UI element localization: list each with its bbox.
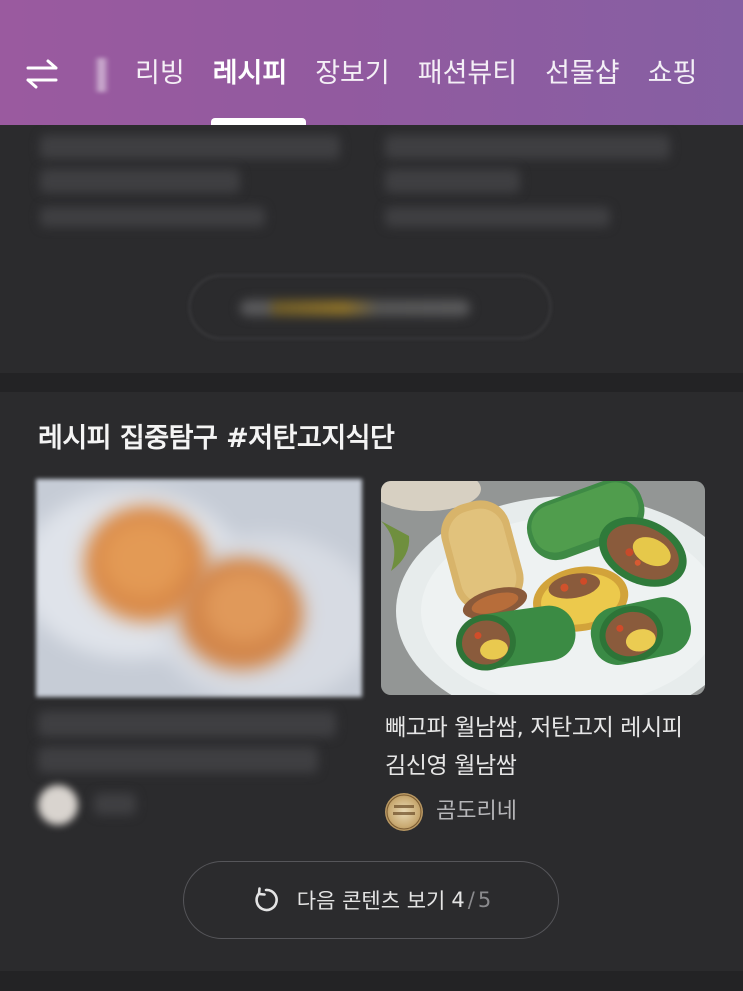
current-page: 4	[451, 888, 465, 912]
tab-partial-offscreen[interactable]	[94, 58, 108, 92]
category-tabs: 리빙 레시피 장보기 패션뷰티 선물샵 쇼핑	[135, 52, 725, 102]
previous-content-section	[0, 125, 743, 373]
swap-arrows-icon[interactable]	[22, 54, 62, 94]
recipe-card-title[interactable]: 빼고파 월남쌈, 저탄고지 레시피 김신영 월남쌈	[385, 709, 695, 785]
recipe-thumbnail[interactable]	[381, 481, 705, 695]
author-name[interactable]: 곰도리네	[436, 795, 517, 829]
tab-fashion-beauty[interactable]: 패션뷰티	[418, 52, 517, 102]
recipe-card-blurred[interactable]	[36, 479, 362, 831]
blurred-text-line	[385, 207, 610, 227]
total-pages: 5	[477, 888, 492, 912]
blurred-author	[94, 793, 136, 815]
tab-living[interactable]: 리빙	[135, 52, 185, 102]
previous-more-button[interactable]	[189, 275, 551, 339]
blurred-avatar	[38, 785, 78, 825]
blurred-text-line	[40, 135, 340, 159]
blurred-thumbnail	[36, 479, 362, 697]
blurred-text-line	[40, 207, 265, 227]
tab-recipe[interactable]: 레시피	[213, 52, 288, 102]
recipe-focus-section: 레시피 집중탐구 #저탄고지식단 빼고파 월남쌈, 저탄고지 레시피 김신영 월…	[0, 392, 743, 971]
page-separator: /	[467, 888, 475, 912]
tab-shopping[interactable]: 쇼핑	[648, 52, 698, 102]
tab-gift-shop[interactable]: 선물샵	[545, 52, 620, 102]
blurred-text-line	[40, 169, 240, 193]
section-title: 레시피 집중탐구 #저탄고지식단	[38, 423, 395, 454]
refresh-icon	[255, 887, 278, 912]
section-divider-bottom	[0, 971, 743, 991]
blurred-text-line	[38, 747, 318, 773]
blurred-text-line	[385, 135, 670, 159]
next-content-label: 다음 콘텐츠 보기	[296, 889, 446, 913]
active-tab-indicator	[211, 118, 306, 125]
blurred-text-line	[38, 711, 336, 737]
next-content-button[interactable]: 다음 콘텐츠 보기 4 / 5	[183, 861, 559, 939]
section-divider	[0, 373, 743, 392]
top-navigation-bar: 리빙 레시피 장보기 패션뷰티 선물샵 쇼핑	[0, 0, 743, 125]
author-logo-icon	[386, 794, 422, 830]
blurred-text-line	[385, 169, 520, 193]
spring-roll-photo	[381, 481, 705, 695]
blurred-food-image	[36, 479, 362, 697]
blurred-button-label	[240, 300, 470, 316]
author-avatar	[385, 793, 423, 831]
tab-grocery[interactable]: 장보기	[315, 52, 390, 102]
recipe-card[interactable]: 빼고파 월남쌈, 저탄고지 레시피 김신영 월남쌈 곰도리네	[381, 481, 705, 831]
